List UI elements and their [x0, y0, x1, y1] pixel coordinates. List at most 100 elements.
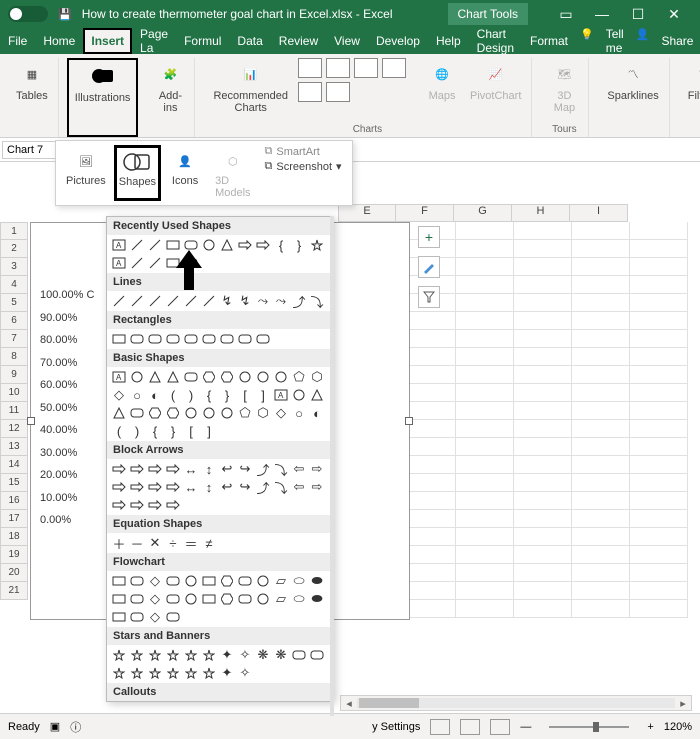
shape-option[interactable] — [255, 573, 271, 589]
view-normal-icon[interactable] — [430, 719, 450, 735]
shape-option[interactable] — [111, 331, 127, 347]
shape-option[interactable]: ⇦ — [291, 461, 307, 477]
tab-file[interactable]: File — [0, 28, 35, 54]
tab-home[interactable]: Home — [35, 28, 83, 54]
shape-option[interactable]: ( — [111, 423, 127, 439]
row-header[interactable]: 4 — [0, 276, 28, 294]
shape-option[interactable] — [111, 591, 127, 607]
shape-option[interactable] — [219, 591, 235, 607]
autosave-toggle[interactable] — [8, 6, 48, 22]
resize-handle[interactable] — [405, 417, 413, 425]
close-icon[interactable]: ✕ — [656, 6, 692, 23]
shape-option[interactable] — [129, 609, 145, 625]
tab-format[interactable]: Format — [522, 28, 576, 54]
shape-option[interactable]: { — [201, 387, 217, 403]
illustrations-button[interactable]: Illustrations — [71, 60, 135, 106]
shape-option[interactable]: ⤵ — [309, 293, 325, 309]
shape-option[interactable] — [129, 331, 145, 347]
shape-option[interactable] — [129, 573, 145, 589]
shape-option[interactable]: ÷ — [165, 535, 181, 551]
shape-option[interactable]: ◇ — [147, 609, 163, 625]
filters-button[interactable]: ▼ Filters — [684, 58, 700, 104]
shape-option[interactable] — [165, 609, 181, 625]
shape-option[interactable]: ) — [183, 387, 199, 403]
shape-option[interactable] — [201, 573, 217, 589]
shape-option[interactable]: ⇨ — [309, 479, 325, 495]
shape-option[interactable]: ▱ — [273, 573, 289, 589]
shape-option[interactable] — [201, 293, 217, 309]
shape-option[interactable] — [165, 497, 181, 513]
shape-option[interactable] — [111, 497, 127, 513]
save-icon[interactable]: 💾 — [58, 8, 72, 21]
shape-option[interactable]: ↔ — [183, 479, 199, 495]
shape-option[interactable] — [129, 647, 145, 663]
shape-option[interactable]: ( — [165, 387, 181, 403]
shape-option[interactable]: ] — [201, 423, 217, 439]
shape-option[interactable] — [237, 591, 253, 607]
accessibility-icon[interactable]: ⓘ — [70, 719, 81, 735]
addins-button[interactable]: 🧩 Add- ins — [152, 58, 188, 116]
shape-option[interactable]: ✧ — [237, 647, 253, 663]
shape-option[interactable] — [219, 331, 235, 347]
shape-option[interactable]: ＝ — [183, 535, 199, 551]
shape-option[interactable]: ⇨ — [309, 461, 325, 477]
shape-option[interactable] — [201, 665, 217, 681]
shape-option[interactable]: ⬬ — [309, 573, 325, 589]
shape-option[interactable]: ◇ — [111, 387, 127, 403]
maximize-icon[interactable]: ☐ — [620, 6, 656, 23]
shape-option[interactable] — [309, 387, 325, 403]
shape-option[interactable]: ✕ — [147, 535, 163, 551]
shape-option[interactable] — [291, 647, 307, 663]
shape-option[interactable] — [183, 573, 199, 589]
chart-type-bar[interactable] — [382, 58, 406, 78]
row-header[interactable]: 1 — [0, 222, 28, 240]
shape-option[interactable] — [219, 369, 235, 385]
shape-option[interactable] — [201, 237, 217, 253]
shape-option[interactable] — [165, 293, 181, 309]
shapes-button[interactable]: Shapes — [114, 145, 161, 201]
shape-option[interactable] — [201, 405, 217, 421]
shape-option[interactable] — [219, 573, 235, 589]
shape-option[interactable] — [291, 387, 307, 403]
col-header[interactable]: F — [396, 204, 454, 222]
view-page-break-icon[interactable] — [490, 719, 510, 735]
smartart-button[interactable]: ⧉ SmartArt — [265, 145, 342, 158]
row-header[interactable]: 14 — [0, 456, 28, 474]
shape-option[interactable] — [255, 369, 271, 385]
shape-option[interactable] — [111, 405, 127, 421]
shape-option[interactable]: ⬠ — [291, 369, 307, 385]
shape-option[interactable] — [309, 237, 325, 253]
shape-option[interactable]: ) — [129, 423, 145, 439]
shape-option[interactable]: ○ — [129, 387, 145, 403]
shape-option[interactable]: ✧ — [237, 665, 253, 681]
shape-option[interactable] — [147, 461, 163, 477]
shape-option[interactable] — [111, 461, 127, 477]
shape-option[interactable] — [183, 665, 199, 681]
shape-option[interactable]: ↩ — [219, 461, 235, 477]
chart-elements-button[interactable]: + — [418, 226, 440, 248]
horizontal-scrollbar[interactable]: ◂ ▸ — [340, 695, 692, 711]
shape-option[interactable] — [201, 591, 217, 607]
shape-option[interactable] — [183, 369, 199, 385]
shape-option[interactable] — [237, 237, 253, 253]
shape-option[interactable] — [111, 609, 127, 625]
shape-option[interactable]: } — [291, 237, 307, 253]
col-header[interactable]: G — [454, 204, 512, 222]
icons-button[interactable]: 👤 Icons — [163, 145, 207, 201]
shape-option[interactable]: ↩ — [219, 479, 235, 495]
shape-option[interactable]: ⬭ — [291, 573, 307, 589]
row-header[interactable]: 19 — [0, 546, 28, 564]
shape-option[interactable] — [183, 293, 199, 309]
shape-option[interactable]: [ — [237, 387, 253, 403]
shape-option[interactable] — [129, 255, 145, 271]
shape-option[interactable]: ⤴ — [255, 461, 271, 477]
shape-option[interactable]: ⤴ — [255, 479, 271, 495]
ribbon-options-icon[interactable]: ▭ — [548, 6, 584, 23]
row-header[interactable]: 6 — [0, 312, 28, 330]
shape-option[interactable] — [147, 479, 163, 495]
shape-option[interactable] — [111, 665, 127, 681]
shape-option[interactable]: ↪ — [237, 461, 253, 477]
shape-option[interactable]: ⬠ — [237, 405, 253, 421]
chart-type-column[interactable] — [298, 58, 322, 78]
shape-option[interactable] — [201, 647, 217, 663]
